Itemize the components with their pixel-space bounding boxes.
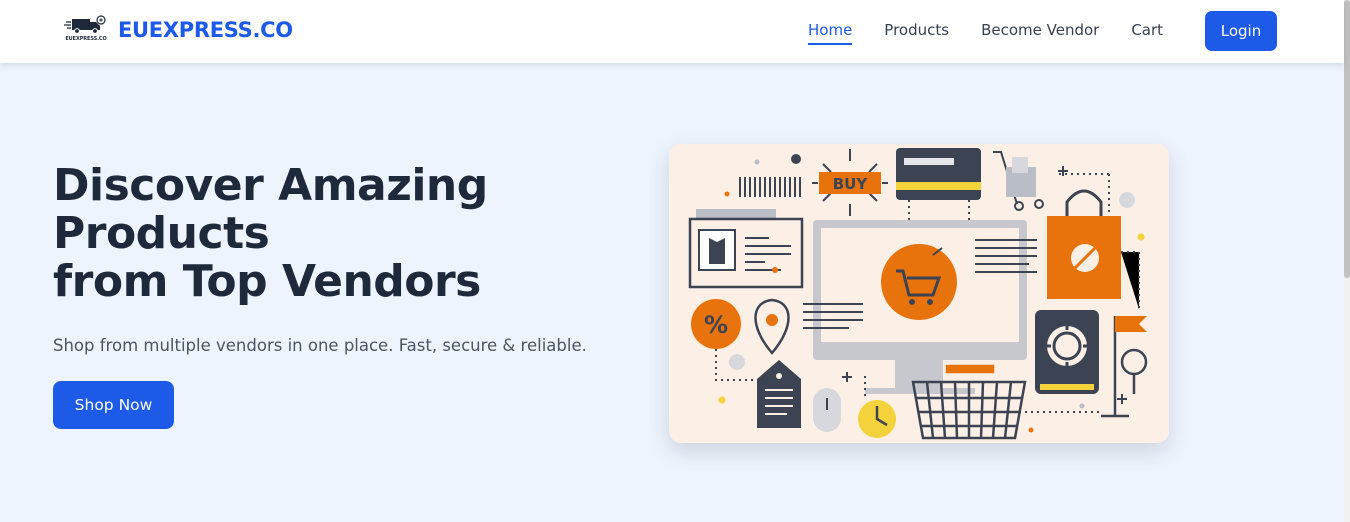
shopping-cart-icon	[881, 244, 957, 320]
delivery-truck-icon	[64, 15, 106, 34]
buy-badge-icon: BUY	[812, 149, 888, 216]
percent-label: %	[704, 311, 728, 339]
hero-title-line-3: from Top Vendors	[53, 256, 481, 307]
decor-dot	[729, 354, 745, 370]
navbar: EUEXPRESS.CO EUEXPRESS.CO Home Products …	[0, 0, 1344, 63]
page-scrollbar[interactable]	[1344, 0, 1350, 522]
price-tag-icon	[757, 360, 801, 428]
decor-dot	[791, 154, 801, 164]
shop-now-button[interactable]: Shop Now	[53, 381, 174, 429]
flag-icon	[1101, 316, 1148, 418]
buy-label: BUY	[833, 175, 869, 193]
decor-dot	[1119, 192, 1135, 208]
nav-become-vendor-link[interactable]: Become Vendor	[981, 21, 1099, 45]
plus-icon	[1117, 394, 1127, 404]
discount-badge-icon: %	[691, 299, 755, 381]
safe-icon	[1025, 310, 1099, 413]
decor-dot	[718, 396, 726, 404]
hero-text: Discover Amazing Products from Top Vendo…	[53, 162, 613, 429]
hero-subtitle: Shop from multiple vendors in one place.…	[53, 336, 587, 355]
hero-title-line-1: Discover Amazing	[53, 160, 488, 211]
brand-name: EUEXPRESS.CO	[118, 18, 293, 42]
nav-products-link[interactable]: Products	[884, 21, 949, 45]
hero-illustration: BUY %	[669, 144, 1169, 443]
decor-dot	[1137, 233, 1145, 241]
hero-title-line-2: Products	[53, 208, 270, 259]
nav-home-link[interactable]: Home	[808, 21, 853, 45]
decor-dot	[724, 191, 730, 197]
decor-dot	[1079, 403, 1085, 409]
hero-title: Discover Amazing Products from Top Vendo…	[53, 162, 613, 306]
decor-dot	[754, 159, 760, 165]
brand-home-link[interactable]: EUEXPRESS.CO EUEXPRESS.CO	[62, 14, 293, 46]
mouse-icon	[813, 388, 841, 432]
location-pin-icon	[754, 298, 790, 355]
hand-truck-icon	[993, 151, 1044, 211]
brand-logo: EUEXPRESS.CO	[62, 14, 110, 46]
barcode-icon	[739, 177, 801, 197]
page-scrollbar-thumb[interactable]	[1344, 0, 1350, 278]
nav-links: Home Products Become Vendor Cart	[808, 21, 1195, 45]
plus-icon	[842, 372, 852, 382]
decor-dot	[1028, 427, 1034, 433]
nav-cart-link[interactable]: Cart	[1131, 21, 1163, 45]
clock-icon	[858, 376, 896, 438]
credit-card-icon	[896, 148, 981, 220]
profile-card-icon	[688, 209, 804, 289]
login-button[interactable]: Login	[1205, 11, 1277, 51]
brand-logo-text: EUEXPRESS.CO	[65, 36, 107, 42]
